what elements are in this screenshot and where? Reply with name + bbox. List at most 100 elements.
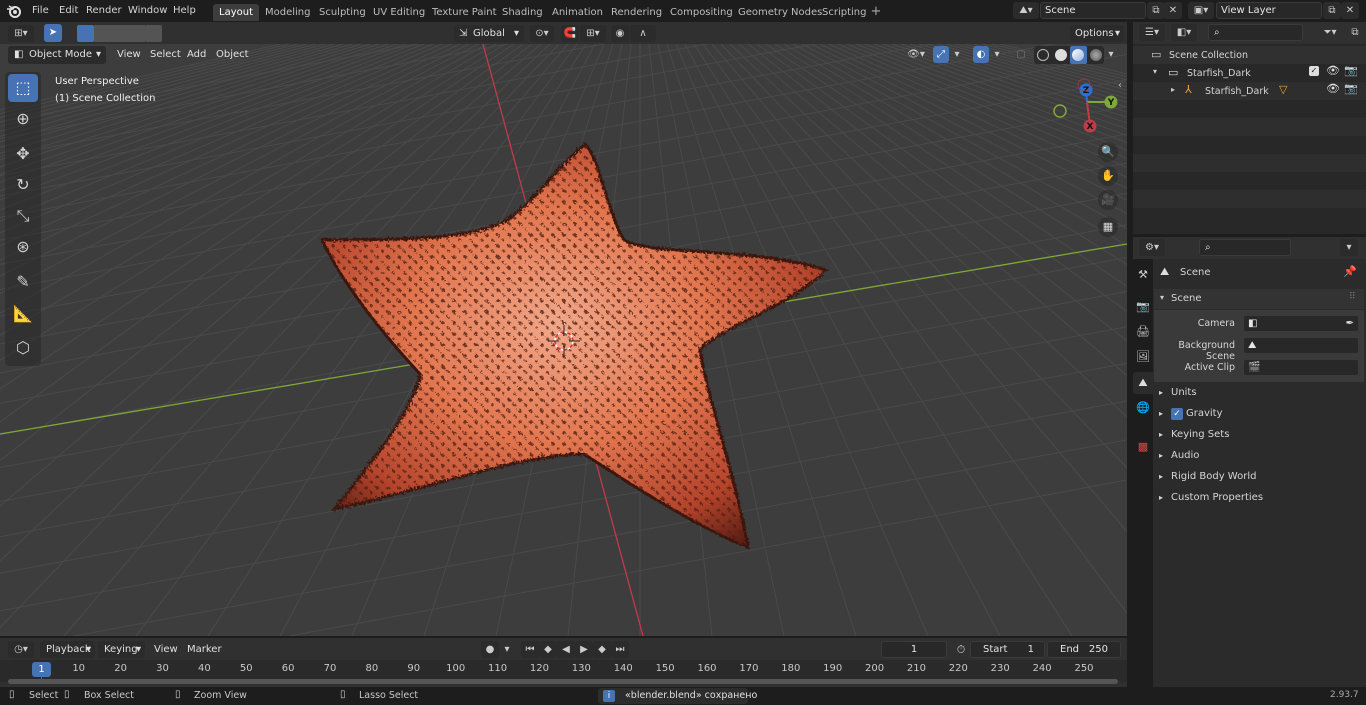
outliner-item-collection[interactable]: Starfish_Dark [1187,68,1251,79]
record-options-icon[interactable]: ▾ [500,641,514,658]
properties-editor-type-icon[interactable]: ⚙▾ [1139,239,1165,256]
units-panel[interactable]: ▸ Units [1153,383,1363,403]
tab-uv-editing[interactable]: UV Editing [367,4,431,21]
menu-help[interactable]: Help [167,0,202,22]
record-icon[interactable]: ● [481,641,499,658]
playhead-frame-label[interactable]: 1 [32,662,51,677]
tab-shading[interactable]: Shading [496,4,549,21]
3d-viewport[interactable]: Z Y X [0,44,1127,636]
tab-sculpting[interactable]: Sculpting [313,4,372,21]
drag-handle-icon[interactable]: ⠿ [1349,292,1356,302]
overlays-menu-icon[interactable]: ▾ [990,46,1004,63]
eyedropper-icon[interactable]: ✒ [1346,316,1354,331]
navigation-gizmo[interactable]: Z Y X [1053,78,1118,133]
new-collection-icon[interactable]: ⧉ [1347,24,1363,41]
jump-start-icon[interactable]: ⏮ [521,641,539,658]
menu-file[interactable]: File [26,0,55,22]
scene-tab-icon[interactable]: ⛰ [1133,372,1153,394]
camera-render-icon[interactable]: 📷 [1344,82,1358,95]
perspective-toggle-icon[interactable]: ▦ [1098,217,1118,237]
zoom-view-icon[interactable]: 🔍 [1098,142,1118,162]
rendered-shading-icon[interactable] [1090,49,1102,61]
world-tab-icon[interactable]: 🌐 [1133,397,1153,419]
play-reverse-icon[interactable]: ◀ [557,641,575,658]
mesh-data-icon[interactable]: ▽ [1279,83,1287,96]
snap-toggle-icon[interactable]: 🧲 [561,25,579,42]
pan-view-icon[interactable]: ✋ [1098,166,1118,186]
viewport-menu-add[interactable]: Add [182,46,211,64]
delete-scene-icon[interactable]: ✕ [1164,2,1182,19]
sidebar-toggle-icon[interactable]: ‹ [1118,80,1126,92]
material-preview-shading-button[interactable] [1070,46,1087,64]
camera-field[interactable]: ◧ ✒ [1243,315,1359,332]
display-mode-icon[interactable]: ◧▾ [1171,24,1197,41]
outliner-row[interactable] [1133,46,1366,64]
properties-options-icon[interactable]: ▾ [1340,239,1358,256]
solid-shading-icon[interactable] [1055,49,1067,61]
tab-animation[interactable]: Animation [546,4,609,21]
jump-end-icon[interactable]: ⏭ [611,641,629,658]
overlays-toggle-icon[interactable]: ◐ [973,46,989,63]
snap-settings-icon[interactable]: ⊞▾ [580,25,606,42]
view-layer-tab-icon[interactable]: 🖼 [1133,346,1153,368]
output-tab-icon[interactable]: 🖨 [1133,321,1153,343]
timeline-menu-marker[interactable]: Marker [182,641,227,658]
gizmo-toggle-icon[interactable]: ⤢ [933,46,949,63]
keying-sets-panel[interactable]: ▸ Keying Sets [1153,425,1363,445]
texture-tab-icon[interactable]: ▩ [1133,436,1153,458]
menu-render[interactable]: Render [80,0,128,22]
rotate-tool-icon[interactable]: ↻ [8,171,38,199]
editor-type-icon[interactable]: ⊞▾ [8,25,34,42]
background-scene-field[interactable]: ⛰ [1243,337,1359,354]
outliner-search-input[interactable]: ⌕ [1208,24,1303,41]
pivot-point-icon[interactable]: ⊙▾ [530,25,554,42]
select-box-tool-icon[interactable]: ⬚ [8,74,38,102]
view-layer-field[interactable]: View Layer [1216,2,1322,19]
gravity-panel[interactable]: ▸ ✓ Gravity [1153,404,1363,424]
visibility-selectability-icon[interactable]: 👁▾ [903,46,929,63]
proportional-falloff-icon[interactable]: ∧ [630,25,656,42]
eye-icon[interactable]: 👁 [1326,64,1340,77]
active-clip-field[interactable]: 🎬 [1243,359,1359,376]
timeline-scrollbar[interactable] [8,679,1118,684]
expand-arrow-icon[interactable]: ▾ [1153,67,1157,76]
play-icon[interactable]: ▶ [575,641,593,658]
select-cursor-icon[interactable]: ➤ [44,24,62,42]
filter-icon[interactable]: ⏷▾ [1316,24,1344,41]
timeline-menu-view[interactable]: View [149,641,183,658]
pin-icon[interactable]: 📌 [1343,265,1357,278]
transform-orientation-dropdown[interactable]: ⇲ Global ▾ [454,25,524,42]
move-tool-icon[interactable]: ✥ [8,140,38,168]
stopwatch-icon[interactable]: ⏱ [953,641,969,658]
tab-compositing[interactable]: Compositing [664,4,739,21]
blender-logo-icon[interactable] [6,3,22,19]
outliner-item-object[interactable]: Starfish_Dark [1205,86,1269,97]
expand-arrow-icon[interactable]: ▸ [1171,85,1175,94]
proportional-edit-icon[interactable]: ◉ [611,25,629,42]
tab-texture-paint[interactable]: Texture Paint [426,4,503,21]
audio-panel[interactable]: ▸ Audio [1153,446,1363,466]
scene-name-field[interactable]: Scene [1040,2,1146,19]
select-invert-icon[interactable] [128,25,145,42]
start-frame-field[interactable]: Start 1 [970,641,1045,658]
playback-dropdown[interactable]: Playback ▾ [40,641,95,658]
outliner-editor-type-icon[interactable]: ☰▾ [1139,24,1165,41]
tool-tab-icon[interactable]: ⚒ [1133,264,1153,286]
eye-icon[interactable]: 👁 [1326,82,1340,95]
new-view-layer-icon[interactable]: ⧉ [1323,2,1341,19]
next-keyframe-icon[interactable]: ◆ [593,641,611,658]
viewport-menu-view[interactable]: View [112,46,146,64]
gizmo-menu-icon[interactable]: ▾ [950,46,964,63]
new-scene-icon[interactable]: ⧉ [1147,2,1165,19]
xray-toggle-icon[interactable]: ▢ [1013,46,1029,63]
current-frame-field[interactable]: 1 [881,641,947,658]
select-intersect-icon[interactable] [145,25,162,42]
wireframe-shading-icon[interactable] [1037,49,1049,61]
select-subtract-icon[interactable] [111,25,128,42]
exclude-checkbox[interactable]: ✓ [1309,66,1319,76]
view-layer-selector-icon[interactable]: ▣▾ [1188,2,1214,19]
tab-geometry-nodes[interactable]: Geometry Nodes [732,4,828,21]
menu-window[interactable]: Window [122,0,173,22]
prev-keyframe-icon[interactable]: ◆ [539,641,557,658]
tab-rendering[interactable]: Rendering [605,4,668,21]
